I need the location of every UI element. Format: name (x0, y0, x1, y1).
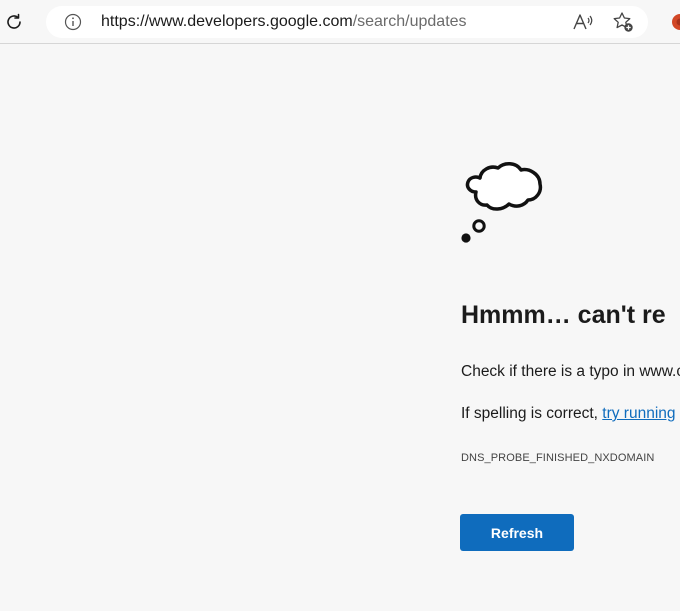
url-path: /search/updates (352, 13, 467, 30)
error-title: Hmmm… can't re (461, 301, 666, 329)
spelling-hint-text: If spelling is correct, (461, 405, 603, 422)
url-text[interactable]: https://www.developers.google.com/search… (101, 13, 467, 31)
spelling-hint: If spelling is correct, try running (461, 404, 676, 424)
browser-toolbar: https://www.developers.google.com/search… (0, 0, 680, 44)
url-host: https://www.developers.google.com (101, 13, 353, 30)
address-bar[interactable]: https://www.developers.google.com/search… (46, 6, 648, 38)
refresh-button[interactable]: Refresh (460, 514, 574, 551)
info-icon[interactable] (64, 13, 82, 31)
read-aloud-icon[interactable] (572, 12, 594, 32)
typo-hint: Check if there is a typo in www.c (461, 363, 680, 380)
error-code: DNS_PROBE_FINISHED_NXDOMAIN (461, 452, 655, 464)
thought-bubble-icon (458, 160, 548, 248)
add-favorite-icon[interactable] (612, 11, 634, 33)
extension-icon[interactable] (670, 12, 680, 32)
refresh-icon[interactable] (2, 10, 26, 34)
network-diagnostics-link[interactable]: try running (602, 405, 675, 422)
